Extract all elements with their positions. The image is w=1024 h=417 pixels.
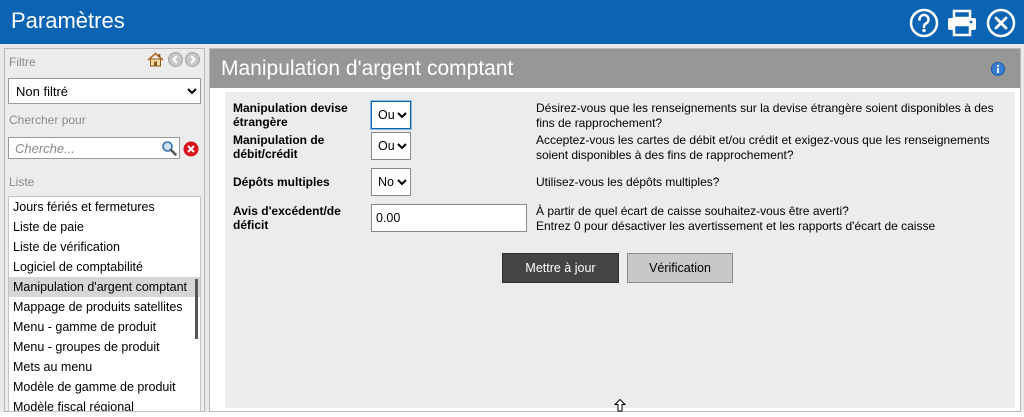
main-panel: Manipulation d'argent comptant Manipulat…	[209, 48, 1021, 412]
multiple-deposits-select[interactable]: Non	[371, 168, 411, 196]
panel-header: Manipulation d'argent comptant	[210, 49, 1020, 88]
page-title: Manipulation d'argent comptant	[221, 57, 514, 80]
window-title: Paramètres	[11, 8, 125, 33]
list-item[interactable]: Liste de paie	[9, 217, 200, 237]
list-item[interactable]: Mets au menu	[9, 357, 200, 377]
overage-shortage-description: À partir de quel écart de caisse souhait…	[536, 204, 849, 218]
multiple-deposits-description: Utilisez-vous les dépôts multiples?	[536, 175, 720, 189]
multiple-deposits-label: Dépôts multiples	[233, 175, 330, 189]
debit-credit-description: Acceptez-vous les cartes de débit et/ou …	[536, 133, 990, 162]
sidebar: Filtre Non filtré Chercher pour Liste Jo…	[4, 48, 205, 412]
back-arrow-icon[interactable]	[168, 52, 183, 72]
help-icon[interactable]	[909, 8, 939, 38]
update-button[interactable]: Mettre à jour	[502, 253, 619, 283]
list-label: Liste	[9, 175, 35, 189]
settings-list: Jours fériés et fermetures Liste de paie…	[8, 196, 201, 412]
overage-shortage-description-2: Entrez 0 pour désactiver les avertisseme…	[536, 219, 936, 233]
forward-arrow-icon[interactable]	[185, 52, 200, 72]
clear-search-icon[interactable]	[183, 141, 199, 162]
print-icon[interactable]	[946, 8, 976, 38]
list-item[interactable]: Mappage de produits satellites	[9, 297, 200, 317]
list-item[interactable]: Logiciel de comptabilité	[9, 257, 200, 277]
list-item-selected[interactable]: Manipulation d'argent comptant	[9, 277, 200, 297]
info-icon[interactable]	[991, 62, 1005, 81]
settings-content: Manipulation devise étrangère Oui Désire…	[225, 92, 1015, 408]
overage-shortage-label: Avis d'excédent/de déficit	[233, 204, 341, 232]
list-item[interactable]: Liste de vérification	[9, 237, 200, 257]
foreign-currency-label: Manipulation devise étrangère	[233, 101, 348, 129]
nav-icons	[147, 52, 203, 68]
close-icon[interactable]	[986, 8, 1016, 38]
search-input[interactable]	[9, 138, 157, 158]
home-icon[interactable]	[147, 52, 164, 72]
mouse-cursor-icon	[613, 398, 627, 417]
search-box	[8, 137, 180, 159]
overage-shortage-input[interactable]	[371, 204, 527, 232]
search-icon[interactable]	[161, 140, 177, 161]
list-item[interactable]: Menu - gamme de produit	[9, 317, 200, 337]
title-bar: Paramètres	[0, 0, 1024, 44]
foreign-currency-select[interactable]: Oui	[371, 101, 411, 129]
list-item[interactable]: Jours fériés et fermetures	[9, 197, 200, 217]
list-scrollbar[interactable]	[195, 279, 198, 339]
debit-credit-label: Manipulation de débit/crédit	[233, 133, 325, 161]
filter-label: Filtre	[9, 55, 36, 69]
list-item[interactable]: Modèle de gamme de produit	[9, 377, 200, 397]
foreign-currency-description: Désirez-vous que les renseignements sur …	[536, 101, 994, 130]
list-item[interactable]: Menu - groupes de produit	[9, 337, 200, 357]
debit-credit-select[interactable]: Oui	[371, 132, 411, 160]
filter-select[interactable]: Non filtré	[8, 78, 201, 104]
list-item[interactable]: Modèle fiscal régional	[9, 397, 200, 411]
verify-button[interactable]: Vérification	[627, 253, 733, 283]
search-label: Chercher pour	[9, 113, 86, 127]
